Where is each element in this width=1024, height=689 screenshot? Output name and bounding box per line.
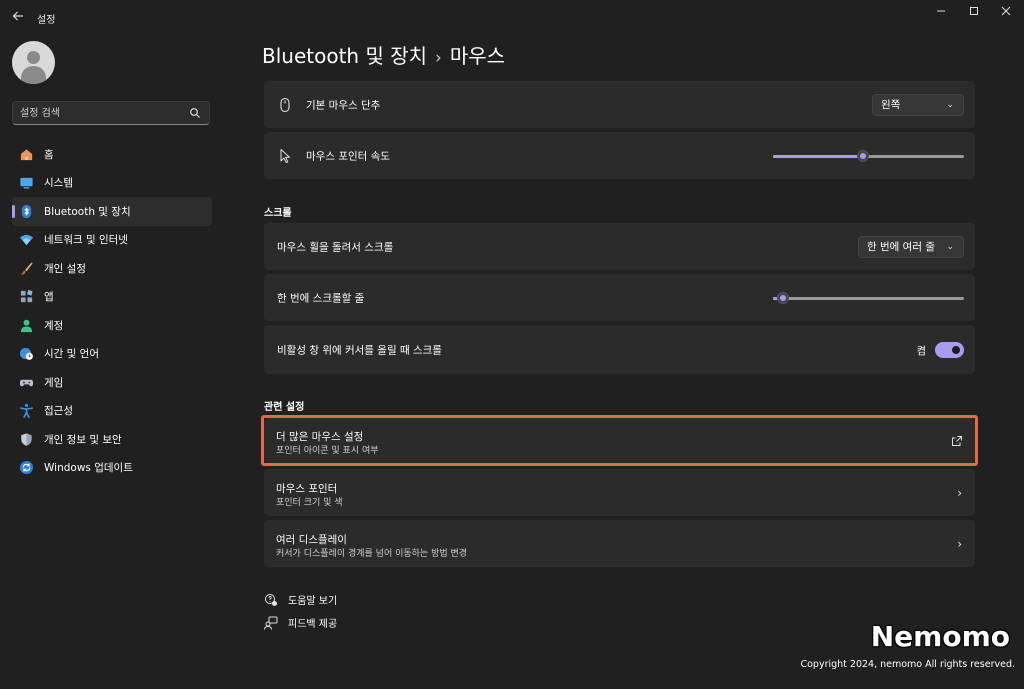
chevron-right-icon: › (957, 536, 962, 551)
sidebar-item-label: 네트워크 및 인터넷 (44, 234, 128, 247)
sidebar-item-system[interactable]: 시스템 (12, 169, 212, 198)
sidebar-item-label: Windows 업데이트 (44, 462, 133, 475)
home-icon (18, 146, 34, 162)
sidebar-nav: 홈 시스템 Bluetooth 및 장치 네트워크 및 인터넷 개인 설정 앱 (12, 140, 212, 482)
external-link-icon (952, 435, 962, 446)
sidebar-item-accessibility[interactable]: 접근성 (12, 397, 212, 426)
mouse-pointer-link[interactable]: 마우스 포인터 포인터 크기 및 색 › (264, 469, 975, 516)
mouse-pointer-subtitle: 포인터 크기 및 색 (276, 498, 343, 508)
help-icon (265, 593, 277, 606)
brush-icon (18, 260, 34, 276)
lines-to-scroll-slider[interactable] (773, 291, 964, 304)
scroll-section-title: 스크롤 (264, 208, 292, 219)
sidebar-item-privacy[interactable]: 개인 정보 및 보안 (12, 425, 212, 454)
title-bar: 설정 (0, 0, 1024, 34)
related-section-title: 관련 설정 (264, 402, 305, 413)
globe-clock-icon (18, 346, 34, 362)
wheel-scroll-row: 마우스 휠을 돌려서 스크롤 한 번에 여러 줄 ⌄ (264, 223, 975, 270)
wifi-icon (18, 232, 34, 248)
wheel-scroll-dropdown[interactable]: 한 번에 여러 줄 ⌄ (858, 235, 964, 258)
wheel-scroll-value: 한 번에 여러 줄 (867, 240, 935, 253)
wheel-scroll-label: 마우스 휠을 돌려서 스크롤 (277, 241, 394, 253)
sidebar-item-label: 게임 (44, 376, 64, 389)
gamepad-icon (18, 374, 34, 390)
pointer-icon (280, 148, 290, 163)
maximize-icon[interactable] (959, 4, 989, 22)
apps-icon (18, 289, 34, 305)
multiple-displays-title: 여러 디스플레이 (276, 534, 347, 546)
sidebar-item-network[interactable]: 네트워크 및 인터넷 (12, 226, 212, 255)
page-title: 마우스 (449, 44, 506, 68)
pointer-speed-slider[interactable] (773, 149, 964, 162)
system-icon (18, 175, 34, 191)
search-icon[interactable] (189, 107, 201, 119)
search-input[interactable] (20, 104, 180, 122)
sidebar-item-label: 계정 (44, 319, 64, 332)
mouse-icon (280, 97, 290, 112)
sidebar-item-accounts[interactable]: 계정 (12, 311, 212, 340)
sidebar-item-home[interactable]: 홈 (12, 140, 212, 169)
more-mouse-settings-title: 더 많은 마우스 설정 (276, 431, 364, 443)
lines-to-scroll-label: 한 번에 스크롤할 줄 (277, 292, 365, 304)
avatar[interactable] (12, 41, 55, 84)
sidebar-item-label: 홈 (44, 148, 54, 161)
sidebar-item-label: 개인 정보 및 보안 (44, 433, 122, 446)
sidebar-item-apps[interactable]: 앱 (12, 283, 212, 312)
sidebar-item-personalization[interactable]: 개인 설정 (12, 254, 212, 283)
search-box[interactable] (12, 101, 210, 125)
sidebar-item-label: 접근성 (44, 405, 73, 418)
inactive-scroll-toggle[interactable] (935, 341, 964, 358)
close-icon[interactable] (991, 4, 1021, 22)
sidebar-item-windows-update[interactable]: Windows 업데이트 (12, 454, 212, 483)
more-mouse-settings-subtitle: 포인터 아이콘 및 표시 여부 (276, 446, 379, 456)
pointer-speed-label: 마우스 포인터 속도 (306, 150, 390, 162)
sidebar-item-time-language[interactable]: 시간 및 언어 (12, 340, 212, 369)
accessibility-icon (18, 403, 34, 419)
sidebar-item-label: 시간 및 언어 (44, 348, 99, 361)
account-icon (18, 317, 34, 333)
sidebar-item-label: Bluetooth 및 장치 (44, 205, 131, 218)
feedback-link[interactable]: 피드백 제공 (264, 615, 337, 630)
update-icon (18, 460, 34, 476)
more-mouse-settings-link[interactable]: 더 많은 마우스 설정 포인터 아이콘 및 표시 여부 (264, 418, 975, 463)
feedback-icon (264, 616, 278, 630)
toggle-state-text: 켬 (916, 346, 926, 357)
watermark-brand: Nemomo (870, 620, 1010, 653)
sidebar-item-gaming[interactable]: 게임 (12, 368, 212, 397)
app-title: 설정 (37, 15, 56, 26)
sidebar-item-label: 개인 설정 (44, 262, 86, 275)
breadcrumb-separator: › (435, 48, 442, 68)
back-arrow-icon[interactable] (10, 10, 26, 26)
shield-icon (18, 431, 34, 447)
chevron-right-icon: › (957, 485, 962, 500)
sidebar-item-bluetooth[interactable]: Bluetooth 및 장치 (12, 197, 212, 226)
slider-thumb[interactable] (856, 149, 869, 162)
help-label: 도움말 보기 (288, 596, 338, 607)
mouse-pointer-title: 마우스 포인터 (276, 483, 338, 495)
inactive-scroll-label: 비활성 창 위에 커서를 올릴 때 스크롤 (277, 344, 442, 356)
primary-button-row: 기본 마우스 단추 왼쪽 ⌄ (264, 81, 975, 128)
primary-button-value: 왼쪽 (881, 98, 901, 111)
lines-to-scroll-row: 한 번에 스크롤할 줄 (264, 274, 975, 321)
chevron-down-icon: ⌄ (946, 99, 954, 110)
watermark-copyright: Copyright 2024, nemomo All rights reserv… (800, 659, 1015, 670)
bluetooth-icon (18, 203, 34, 219)
sidebar-item-label: 앱 (44, 291, 54, 304)
pointer-speed-row: 마우스 포인터 속도 (264, 132, 975, 179)
feedback-label: 피드백 제공 (288, 619, 338, 630)
minimize-icon[interactable] (926, 4, 956, 22)
primary-button-label: 기본 마우스 단추 (306, 99, 381, 111)
multiple-displays-subtitle: 커서가 디스플레이 경계를 넘어 이동하는 방법 변경 (276, 549, 468, 559)
primary-button-dropdown[interactable]: 왼쪽 ⌄ (872, 93, 964, 116)
chevron-down-icon: ⌄ (946, 241, 954, 252)
breadcrumb-parent[interactable]: Bluetooth 및 장치 (262, 44, 427, 68)
help-link[interactable]: 도움말 보기 (264, 592, 337, 607)
breadcrumb: Bluetooth 및 장치 › 마우스 (262, 40, 505, 69)
sidebar-item-label: 시스템 (44, 177, 73, 190)
multiple-displays-link[interactable]: 여러 디스플레이 커서가 디스플레이 경계를 넘어 이동하는 방법 변경 › (264, 520, 975, 567)
slider-thumb[interactable] (776, 291, 789, 304)
inactive-scroll-row: 비활성 창 위에 커서를 올릴 때 스크롤 켬 (264, 325, 975, 374)
